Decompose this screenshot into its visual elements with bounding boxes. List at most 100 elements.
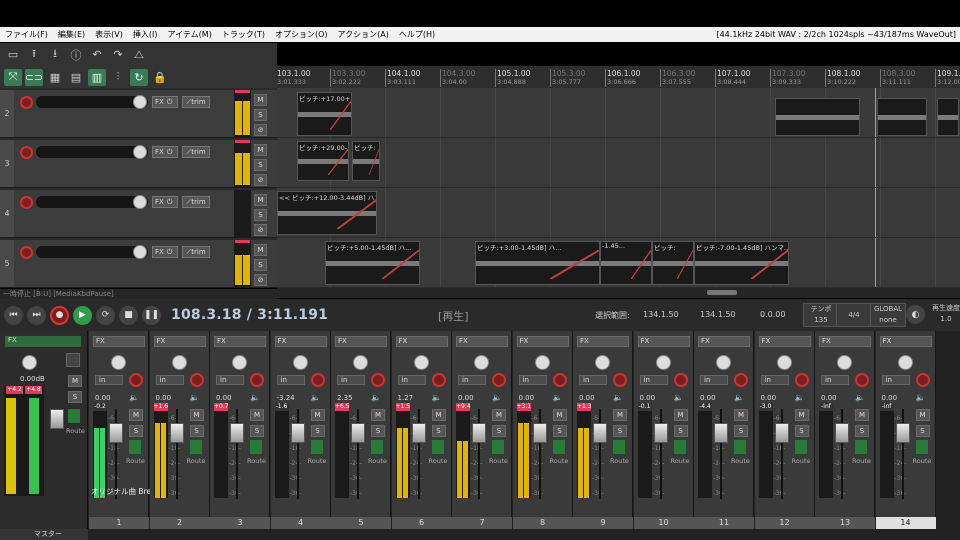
- menu-item[interactable]: 編集(E): [53, 29, 90, 40]
- media-item[interactable]: ピッチ:+29.00-...: [297, 141, 349, 181]
- channel-solo-button[interactable]: S: [431, 425, 446, 437]
- channel-pan-knob[interactable]: [171, 355, 187, 370]
- loop-icon[interactable]: ↻: [130, 68, 148, 86]
- channel-route-button[interactable]: Route: [187, 457, 206, 465]
- channel-fader[interactable]: [290, 423, 305, 443]
- channel-phase-icon[interactable]: [371, 440, 383, 454]
- channel-fx-button[interactable]: FX: [456, 336, 508, 347]
- pause-button[interactable]: ❚❚: [142, 305, 161, 325]
- playrate-knob[interactable]: ◐: [906, 305, 925, 324]
- channel-route-button[interactable]: Route: [489, 457, 508, 465]
- channel-pan-knob[interactable]: [776, 355, 792, 370]
- channel-solo-button[interactable]: S: [794, 425, 809, 437]
- channel-route-button[interactable]: Route: [731, 457, 750, 465]
- channel-fader[interactable]: [653, 423, 668, 443]
- grid-icon[interactable]: ▦: [46, 69, 64, 86]
- redo-icon[interactable]: ↷: [109, 46, 127, 63]
- channel-solo-button[interactable]: S: [855, 425, 869, 437]
- menu-item[interactable]: アイテム(M): [162, 29, 216, 40]
- channel-mute-button[interactable]: M: [734, 409, 748, 421]
- channel-fader[interactable]: [411, 423, 426, 443]
- play-button[interactable]: ▶: [73, 305, 92, 325]
- track-solo-button[interactable]: S: [254, 109, 267, 121]
- track-volume-knob[interactable]: [133, 245, 147, 259]
- menu-item[interactable]: ヘルプ(H): [394, 29, 440, 40]
- master-phase-icon[interactable]: [68, 409, 80, 423]
- track-solo-button[interactable]: S: [254, 159, 267, 171]
- track-fx-button[interactable]: FX ⏻: [152, 196, 178, 208]
- channel-route-button[interactable]: Route: [429, 457, 448, 465]
- mixer-channel-6[interactable]: FXin1.27🔈+1.5-6--12--18--24--30--36-MSRo…: [391, 331, 452, 529]
- track-4[interactable]: 4 FX ⏻ ⟋ trim M S ⊘: [0, 190, 277, 238]
- track-mute-button[interactable]: M: [254, 194, 267, 206]
- channel-fx-button[interactable]: FX: [153, 336, 206, 347]
- record-button[interactable]: ●: [50, 305, 69, 325]
- media-item[interactable]: ピッチ:: [352, 141, 380, 181]
- channel-mute-button[interactable]: M: [250, 409, 264, 421]
- menu-item[interactable]: ファイル(F): [0, 29, 53, 40]
- channel-record-arm-button[interactable]: [371, 373, 385, 387]
- channel-phase-icon[interactable]: [250, 440, 262, 454]
- channel-input-button[interactable]: in: [760, 375, 789, 385]
- track-fx-button[interactable]: FX ⏻: [152, 96, 178, 108]
- channel-solo-button[interactable]: S: [371, 425, 385, 437]
- channel-route-button[interactable]: Route: [550, 457, 569, 465]
- go-to-end-icon[interactable]: ⏭: [27, 305, 46, 325]
- channel-phase-icon[interactable]: [129, 440, 141, 454]
- item-grouping-icon[interactable]: ⊂⊃: [25, 68, 43, 86]
- media-item[interactable]: [775, 98, 860, 136]
- channel-route-button[interactable]: Route: [308, 457, 327, 465]
- global-automation[interactable]: GLOBAL none: [870, 303, 906, 327]
- channel-fx-button[interactable]: FX: [819, 336, 871, 347]
- channel-route-button[interactable]: Route: [610, 457, 629, 465]
- go-to-start-icon[interactable]: ⏮: [4, 305, 23, 325]
- channel-fx-button[interactable]: FX: [274, 336, 327, 347]
- channel-phase-icon[interactable]: [673, 440, 686, 454]
- mixer-channel-3[interactable]: FXin0.00🔈+0.7-6--12--18--24--30--36-MSRo…: [210, 331, 270, 529]
- auto-crossfade-icon[interactable]: ▥: [88, 68, 106, 86]
- channel-record-arm-button[interactable]: [189, 373, 204, 387]
- channel-solo-button[interactable]: S: [552, 425, 567, 437]
- track-mute-button[interactable]: M: [254, 94, 267, 106]
- channel-phase-icon[interactable]: [310, 440, 323, 454]
- track-fx-button[interactable]: FX ⏻: [152, 246, 178, 258]
- channel-route-button[interactable]: Route: [247, 457, 266, 465]
- channel-input-button[interactable]: in: [518, 375, 547, 385]
- metronome-icon[interactable]: ⧍: [130, 46, 148, 63]
- track-volume-knob[interactable]: [133, 195, 147, 209]
- track-automation-button[interactable]: ⟋ trim: [182, 96, 210, 108]
- channel-input-button[interactable]: in: [700, 375, 728, 385]
- channel-record-arm-button[interactable]: [673, 373, 688, 387]
- channel-fx-button[interactable]: FX: [577, 336, 629, 347]
- track-name-field[interactable]: [36, 246, 148, 258]
- channel-record-arm-button[interactable]: [492, 373, 506, 387]
- channel-phase-icon[interactable]: [734, 440, 746, 454]
- channel-record-arm-button[interactable]: [794, 373, 809, 387]
- channel-input-button[interactable]: in: [579, 375, 607, 385]
- channel-record-arm-button[interactable]: [734, 373, 748, 387]
- save-project-icon[interactable]: ⭳: [46, 46, 64, 63]
- channel-mute-button[interactable]: M: [129, 409, 143, 421]
- channel-mute-button[interactable]: M: [915, 409, 930, 421]
- channel-phase-icon[interactable]: [552, 440, 565, 454]
- track-mute-button[interactable]: M: [254, 244, 267, 256]
- menu-item[interactable]: アクション(A): [333, 29, 394, 40]
- channel-mute-button[interactable]: M: [492, 409, 506, 421]
- mixer-channel-8[interactable]: FXin0.00🔈+3.1-6--12--18--24--30--36-MSRo…: [512, 331, 573, 529]
- track-volume-knob[interactable]: [133, 145, 147, 159]
- channel-phase-icon[interactable]: [431, 440, 444, 454]
- mixer-channel-7[interactable]: FXin0.00🔈+9.4-6--12--18--24--30--36-MSRo…: [452, 331, 512, 529]
- master-width-knob[interactable]: [22, 355, 37, 370]
- track-name-field[interactable]: [36, 96, 148, 108]
- channel-fx-button[interactable]: FX: [637, 336, 690, 347]
- channel-pan-knob[interactable]: [837, 355, 852, 370]
- channel-fx-button[interactable]: FX: [516, 336, 569, 347]
- channel-solo-button[interactable]: S: [734, 425, 748, 437]
- channel-record-arm-button[interactable]: [431, 373, 446, 387]
- channel-solo-button[interactable]: S: [673, 425, 688, 437]
- media-item[interactable]: [877, 98, 927, 136]
- channel-fx-button[interactable]: FX: [758, 336, 811, 347]
- master-solo-button[interactable]: S: [68, 391, 82, 403]
- channel-solo-button[interactable]: S: [492, 425, 506, 437]
- channel-fader[interactable]: [109, 423, 123, 443]
